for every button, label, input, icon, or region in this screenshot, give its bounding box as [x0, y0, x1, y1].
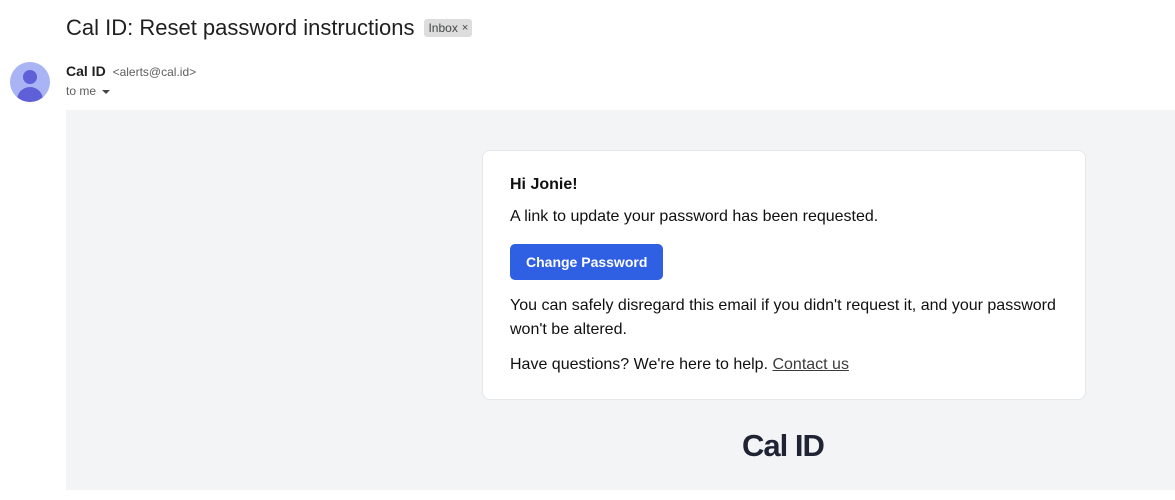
help-message: Have questions? We're here to help. Cont…: [510, 355, 1058, 375]
recipient-label: to me: [66, 84, 97, 98]
person-avatar-icon[interactable]: [10, 62, 50, 102]
email-subject: Cal ID: Reset password instructions: [66, 15, 415, 40]
request-message: A link to update your password has been …: [510, 208, 879, 225]
contact-us-link[interactable]: Contact us: [772, 356, 848, 373]
sender-name[interactable]: Cal ID: [66, 63, 106, 79]
sender-line: Cal ID <alerts@cal.id>: [66, 63, 196, 79]
help-text: Have questions? We're here to help.: [510, 356, 773, 373]
change-password-button[interactable]: Change Password: [510, 244, 664, 280]
recipient-details-toggle[interactable]: to me: [66, 84, 111, 98]
inbox-label-chip[interactable]: Inbox ×: [424, 19, 473, 37]
message-card: Hi Jonie! A link to update your password…: [482, 150, 1086, 400]
inbox-label-text: Inbox: [428, 21, 458, 35]
cal-id-logo: Cal ID: [742, 428, 825, 463]
disregard-message: You can safely disregard this email if y…: [510, 297, 1056, 338]
avatar-head: [23, 70, 37, 84]
subject-row: Cal ID: Reset password instructions Inbo…: [66, 12, 473, 44]
close-icon[interactable]: ×: [462, 21, 468, 35]
email-body: Hi Jonie! A link to update your password…: [66, 110, 1175, 490]
caret-down-icon[interactable]: [102, 89, 111, 94]
greeting: Hi Jonie!: [510, 176, 578, 193]
sender-email: <alerts@cal.id>: [112, 65, 197, 79]
avatar-body: [17, 87, 43, 102]
email-view: Cal ID: Reset password instructions Inbo…: [0, 0, 1175, 500]
